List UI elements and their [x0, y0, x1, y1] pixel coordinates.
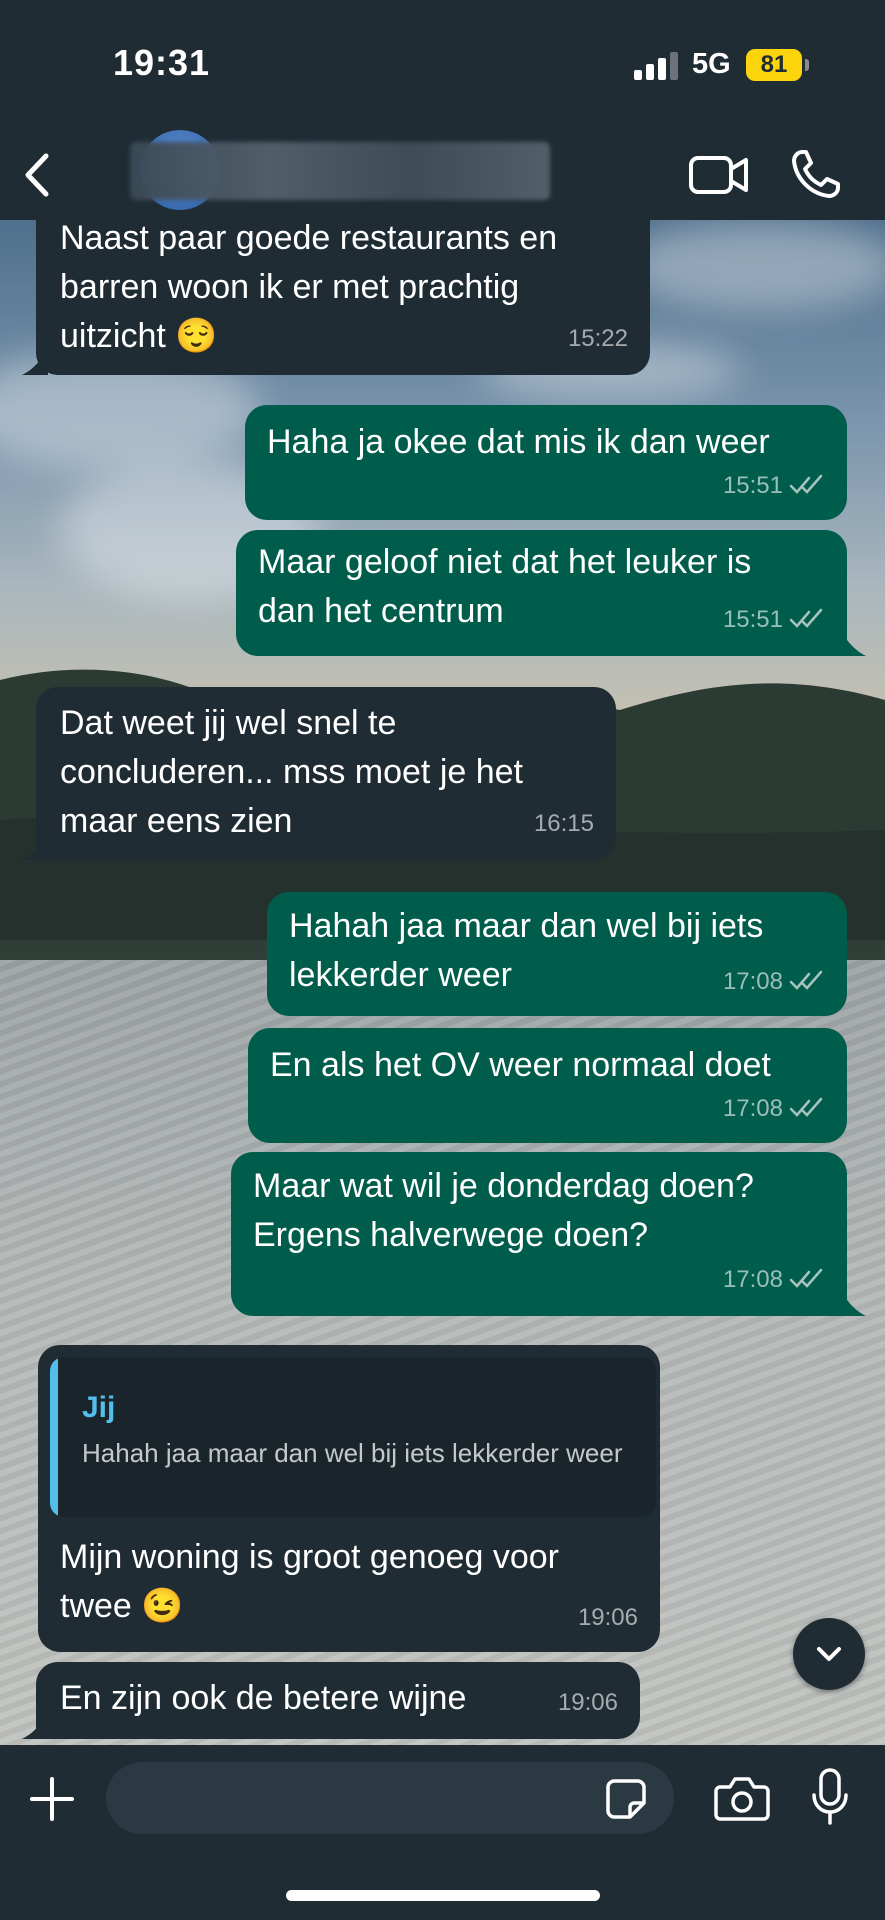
quote-author: Jij: [82, 1391, 116, 1424]
phone-icon[interactable]: [790, 148, 840, 200]
message-bubble-incoming[interactable]: En zijn ook de betere wijne 19:06: [36, 1662, 640, 1739]
status-time: 19:31: [113, 42, 211, 83]
double-check-icon: [789, 608, 823, 628]
network-type: 5G: [692, 48, 731, 80]
scroll-to-bottom-button[interactable]: [793, 1618, 865, 1690]
message-time: 19:06: [577, 1604, 638, 1631]
double-check-icon: [789, 1268, 823, 1288]
message-text: Mijn woning is groot genoeg voor twee 😉: [60, 1538, 559, 1625]
message-meta: 17:08: [723, 1255, 827, 1304]
message-text: En als het OV weer normaal doet: [270, 1046, 771, 1084]
double-check-icon: [789, 970, 823, 990]
message-time: 15:51: [722, 606, 783, 633]
message-bubble-outgoing[interactable]: Maar wat wil je donderdag doen? Ergens h…: [231, 1152, 847, 1316]
message-time: 16:15: [533, 810, 594, 837]
double-check-icon: [789, 474, 823, 494]
message-meta: 15:51: [723, 461, 827, 510]
message-time: 15:22: [567, 325, 628, 352]
message-time: 17:08: [722, 968, 783, 995]
chevron-down-icon: [817, 1647, 841, 1661]
message-text: Hahah jaa maar dan wel bij iets lekkerde…: [289, 907, 764, 994]
quote-text: Hahah jaa maar dan wel bij iets lekkerde…: [82, 1438, 623, 1468]
message-bubble-incoming[interactable]: Dat weet jij wel snel te concluderen... …: [36, 687, 616, 860]
message-bubble-incoming-reply[interactable]: Jij Hahah jaa maar dan wel bij iets lekk…: [38, 1345, 660, 1652]
status-bar: 19:31 5G 81: [0, 0, 885, 130]
message-bubble-incoming[interactable]: Naast paar goede restaurants en barren w…: [36, 210, 650, 375]
message-time: 15:51: [722, 472, 783, 499]
message-text: En zijn ook de betere wijne: [60, 1679, 467, 1717]
plus-icon[interactable]: [28, 1775, 76, 1823]
message-bubble-outgoing[interactable]: Maar geloof niet dat het leuker is dan h…: [236, 530, 847, 656]
quote-accent-bar: [50, 1357, 58, 1517]
message-time: 19:06: [557, 1689, 618, 1716]
message-bubble-outgoing[interactable]: Haha ja okee dat mis ik dan weer 15:51: [245, 405, 847, 520]
chevron-left-icon[interactable]: [18, 150, 58, 200]
message-text: Maar geloof niet dat het leuker is dan h…: [258, 543, 752, 630]
video-camera-icon[interactable]: [688, 150, 750, 200]
message-time: 17:08: [722, 1095, 783, 1122]
message-text: Maar wat wil je donderdag doen? Ergens h…: [253, 1167, 754, 1254]
message-text: Dat weet jij wel snel te concluderen... …: [60, 704, 524, 840]
message-input[interactable]: [106, 1762, 674, 1834]
double-check-icon: [789, 1097, 823, 1117]
signal-icon: [634, 52, 678, 80]
contact-name-redacted[interactable]: [130, 142, 550, 200]
message-meta: 17:08: [723, 1084, 827, 1133]
message-meta: 15:51: [723, 595, 827, 644]
battery-nub: [805, 59, 809, 71]
message-text: Naast paar goede restaurants en barren w…: [60, 219, 558, 355]
home-indicator[interactable]: [286, 1890, 600, 1901]
message-composer: [0, 1745, 885, 1920]
message-time: 17:08: [722, 1266, 783, 1293]
message-text: Haha ja okee dat mis ik dan weer: [267, 423, 770, 461]
camera-icon[interactable]: [714, 1773, 770, 1823]
message-meta: 17:08: [723, 957, 827, 1006]
quoted-message[interactable]: Jij Hahah jaa maar dan wel bij iets lekk…: [50, 1357, 656, 1517]
sticker-icon[interactable]: [604, 1777, 648, 1821]
chat-header: [0, 130, 885, 220]
message-bubble-outgoing[interactable]: En als het OV weer normaal doet 17:08: [248, 1028, 847, 1143]
microphone-icon[interactable]: [810, 1767, 850, 1827]
battery-indicator: 81: [746, 49, 802, 81]
message-bubble-outgoing[interactable]: Hahah jaa maar dan wel bij iets lekkerde…: [267, 892, 847, 1016]
